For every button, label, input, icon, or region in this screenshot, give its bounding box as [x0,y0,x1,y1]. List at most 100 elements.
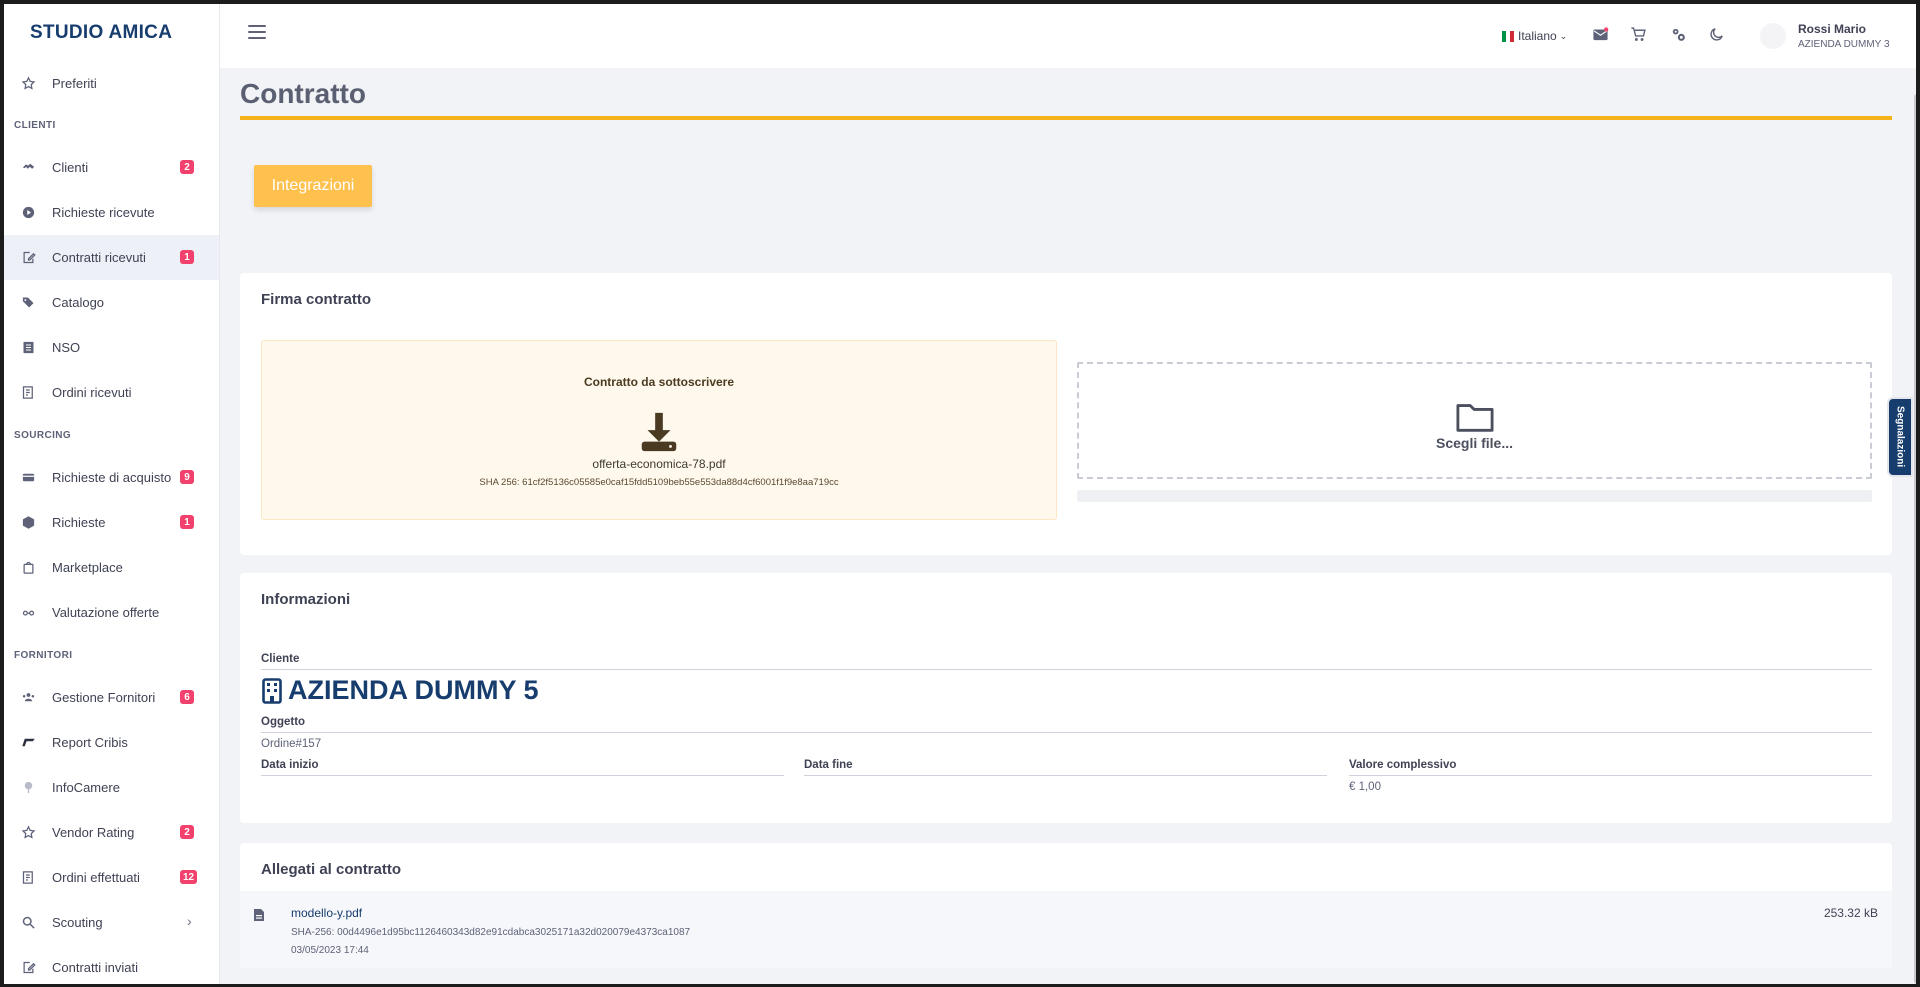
object-label: Oggetto [261,716,1872,733]
cart-icon[interactable] [1630,26,1650,46]
tags-icon [18,293,38,313]
total-value: € 1,00 [1349,781,1381,793]
reports-side-tab-label: Segnalazioni [1894,406,1906,468]
handshake-icon [18,158,38,178]
users-icon [18,688,38,708]
count-badge: 1 [180,250,194,264]
sidebar-item-richieste-di-acquisto[interactable]: Richieste di acquisto 9 [4,455,219,500]
chevron-down-icon: ⌄ [1559,30,1568,41]
sidebar-item-marketplace[interactable]: Marketplace [4,545,219,590]
sidebar-item-richieste-ricevute[interactable]: Richieste ricevute [4,190,219,235]
card-title: Firma contratto [261,291,372,308]
attachment-sha: SHA-256: 00d4496e1d95bc1126460343d82e91c… [291,927,691,938]
user-menu[interactable]: Rossi Mario AZIENDA DUMMY 3 [1750,14,1910,58]
integrations-button[interactable]: Integrazioni [254,165,372,207]
chevron-right-icon: › [187,913,192,929]
scrollbar[interactable] [1914,94,1916,984]
section-title-clienti: CLIENTI [14,119,56,131]
sidebar-item-report-cribis[interactable]: Report Cribis [4,720,219,765]
sidebar-item-preferiti[interactable]: Preferiti [4,62,219,105]
main-content: Contratto Integrazioni Firma contratto C… [240,68,1892,968]
contract-to-sign-label: Contratto da sottoscrivere [583,375,735,389]
sidebar-item-vendor-rating[interactable]: Vendor Rating 2 [4,810,219,855]
receipt-icon [18,383,38,403]
sidebar-item-label: Marketplace [52,560,123,575]
count-badge: 9 [180,470,194,484]
app-window: STUDIO AMICA Preferiti CLIENTI Clienti 2… [0,0,1920,987]
language-label: Italiano [1518,29,1557,43]
pdf-file-icon [254,909,264,921]
contract-to-sign-box: Contratto da sottoscrivere offerta-econo… [261,340,1057,520]
shopping-bag-icon [18,558,38,578]
end-date-label: Data fine [804,759,1327,776]
folder-icon [1455,403,1494,432]
count-badge: 12 [180,870,198,884]
card-title: Allegati al contratto [261,861,402,878]
information-card: Informazioni Cliente AZIENDA DUMMY 5 Ogg… [240,573,1892,823]
client-name: AZIENDA DUMMY 5 [262,675,539,706]
sidebar-item-label: Contratti ricevuti [52,250,146,265]
building-icon [262,677,282,704]
download-icon[interactable] [636,409,682,455]
menu-toggle-icon[interactable] [248,25,266,39]
object-value: Ordine#157 [261,738,322,750]
sidebar-item-gestione-fornitori[interactable]: Gestione Fornitori 6 [4,675,219,720]
sidebar-item-nso[interactable]: NSO [4,325,219,370]
sidebar-item-label: Richieste [52,515,106,530]
total-value-label: Valore complessivo [1349,759,1872,776]
attachment-row: modello-y.pdf SHA-256: 00d4496e1d95bc112… [240,891,1892,968]
attachments-card: Allegati al contratto modello-y.pdf SHA-… [240,843,1892,968]
glasses-icon [18,603,38,623]
list-document-icon [18,338,38,358]
mail-icon[interactable] [1592,26,1612,46]
sidebar-item-label: Valutazione offerte [52,605,160,620]
sidebar-item-contratti-ricevuti[interactable]: Contratti ricevuti 1 [4,235,219,280]
user-organization: AZIENDA DUMMY 3 [1798,39,1890,50]
count-badge: 6 [180,690,194,704]
topbar: Italiano ⌄ Rossi Mario AZIENDA DUMMY 3 [220,4,1916,68]
receipt-icon [18,868,38,888]
sidebar-item-ordini-effettuati[interactable]: Ordini effettuati 12 [4,855,219,900]
sidebar-item-scouting[interactable]: Scouting › [4,900,219,945]
sidebar-item-clienti[interactable]: Clienti 2 [4,145,219,190]
attachment-file-link[interactable]: modello-y.pdf [291,906,362,920]
count-badge: 2 [180,825,194,839]
sidebar-item-label: Richieste di acquisto [52,470,172,485]
sidebar-item-label: Vendor Rating [52,825,135,840]
title-underline [240,116,1892,120]
user-name: Rossi Mario [1798,22,1867,36]
sidebar-item-label: Richieste ricevute [52,205,155,220]
choose-file-label: Scegli file... [1435,434,1514,451]
sidebar-item-catalogo[interactable]: Catalogo [4,280,219,325]
file-dropzone[interactable]: Scegli file... [1077,362,1872,479]
sidebar-item-ordini-ricevuti[interactable]: Ordini ricevuti [4,370,219,415]
sidebar-item-infocamere[interactable]: InfoCamere [4,765,219,810]
sidebar-item-valutazione-offerte[interactable]: Valutazione offerte [4,590,219,635]
client-name-text: AZIENDA DUMMY 5 [288,675,539,705]
attachment-date: 03/05/2023 17:44 [291,945,369,956]
dark-mode-moon-icon[interactable] [1708,26,1728,46]
italy-flag-icon [1502,30,1514,42]
sidebar-item-label: Clienti [52,160,89,175]
settings-gears-icon[interactable] [1670,26,1690,46]
upload-progress-bar [1077,490,1872,502]
sidebar-item-contratti-inviati[interactable]: Contratti inviati [4,945,219,984]
sidebar: STUDIO AMICA Preferiti CLIENTI Clienti 2… [4,4,220,984]
contract-sha: SHA 256: 61cf2f5136c05585e0caf15fdd5109b… [479,477,839,488]
attachment-size: 253.32 kB [1823,906,1878,920]
count-badge: 1 [180,515,194,529]
sidebar-item-label: NSO [52,340,81,355]
contract-file-link[interactable]: offerta-economica-78.pdf [262,457,1056,471]
sidebar-item-label: InfoCamere [52,780,120,795]
sidebar-item-label: Ordini ricevuti [52,385,132,400]
infocamere-logo-icon [18,778,38,798]
sidebar-item-richieste[interactable]: Richieste 1 [4,500,219,545]
edit-document-icon [18,958,38,978]
language-selector[interactable]: Italiano ⌄ [1502,29,1567,43]
section-title-sourcing: SOURCING [14,429,72,441]
section-title-fornitori: FORNITORI [14,649,73,661]
reports-side-tab[interactable]: Segnalazioni [1889,399,1911,475]
card-title: Informazioni [261,591,351,608]
client-label: Cliente [261,653,1872,670]
brand-logo[interactable]: STUDIO AMICA [4,4,219,62]
